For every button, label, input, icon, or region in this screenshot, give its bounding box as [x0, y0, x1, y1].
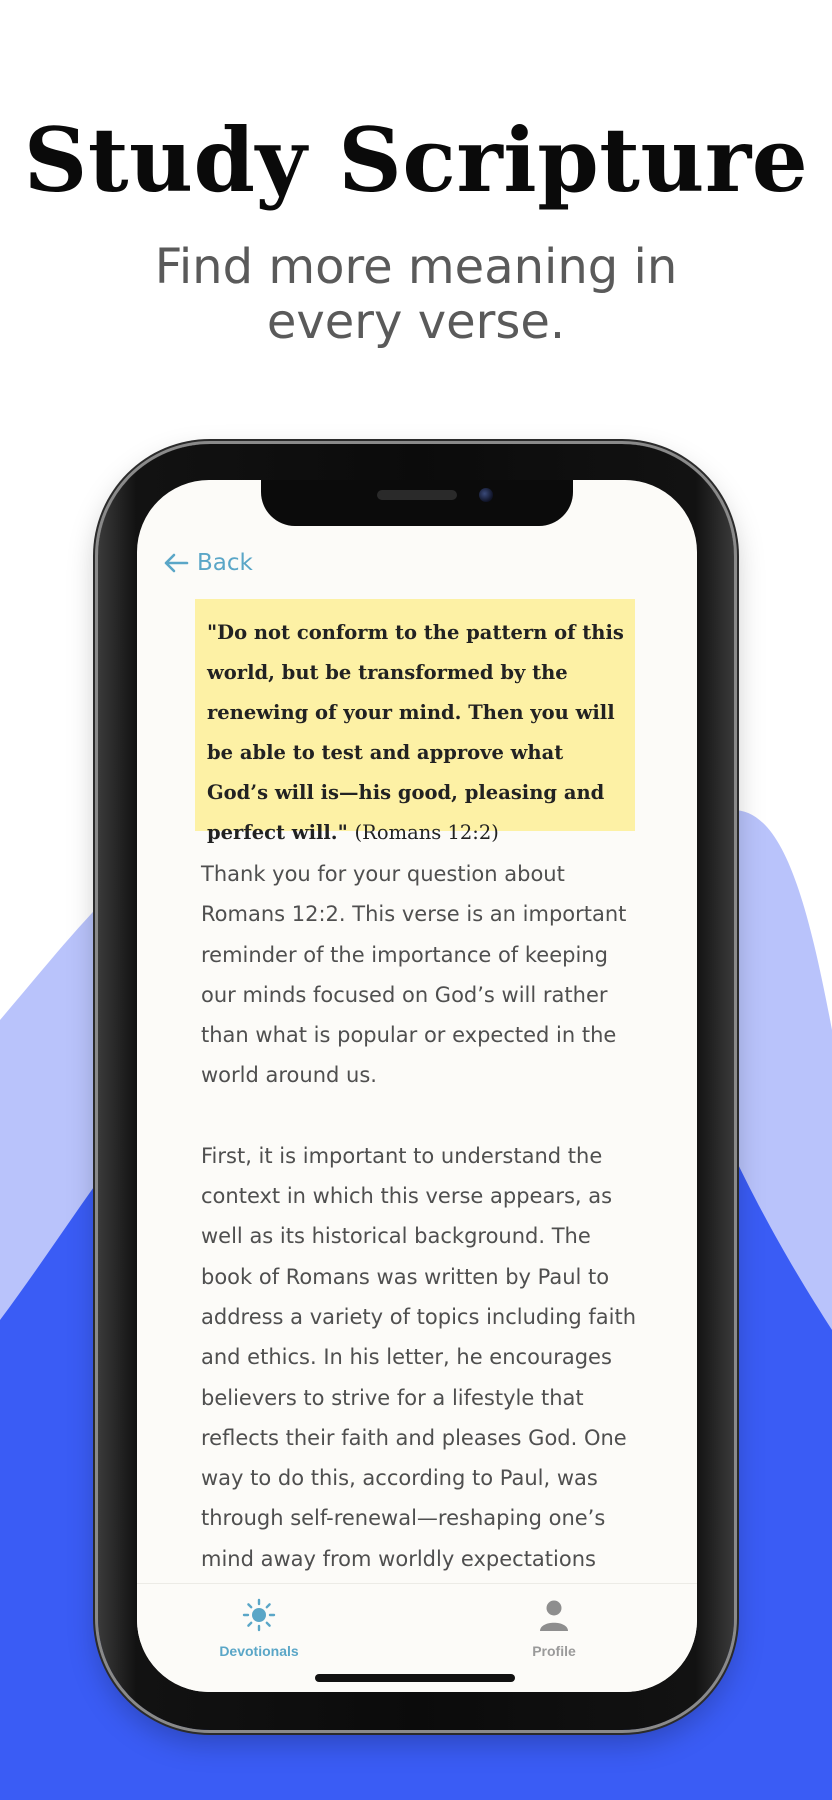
arrow-left-icon	[164, 553, 189, 573]
verse-quote: "Do not conform to the pattern of this w…	[207, 621, 624, 844]
back-label: Back	[197, 550, 253, 576]
verse-highlight: "Do not conform to the pattern of this w…	[195, 599, 635, 844]
home-indicator	[315, 1674, 515, 1682]
front-camera	[479, 488, 493, 502]
verse-text: "Do not conform to the pattern of this w…	[207, 613, 625, 853]
back-button[interactable]: Back	[163, 550, 253, 576]
paragraph: First, it is important to understand the…	[201, 1143, 637, 1571]
tab-profile-label: Profile	[532, 1643, 576, 1659]
subhead: Find more meaning in every verse.	[154, 239, 678, 350]
speaker-grille	[377, 490, 457, 500]
tab-devotionals[interactable]: Devotionals	[189, 1598, 329, 1659]
phone-notch	[261, 480, 573, 526]
devotional-body: Thank you for your question about Romans…	[201, 854, 641, 1619]
headline: Study Scripture	[23, 108, 809, 212]
verse-reference: (Romans 12:2)	[354, 821, 499, 844]
tab-bar: Devotionals Profile	[137, 1583, 697, 1692]
tab-profile[interactable]: Profile	[484, 1598, 624, 1659]
person-icon	[540, 1600, 568, 1631]
phone-screen: Back "Do not conform to the pattern of t…	[137, 480, 697, 1692]
tab-devotionals-label: Devotionals	[219, 1643, 299, 1659]
paragraph: Thank you for your question about Romans…	[201, 862, 627, 1088]
sun-icon	[242, 1598, 276, 1632]
